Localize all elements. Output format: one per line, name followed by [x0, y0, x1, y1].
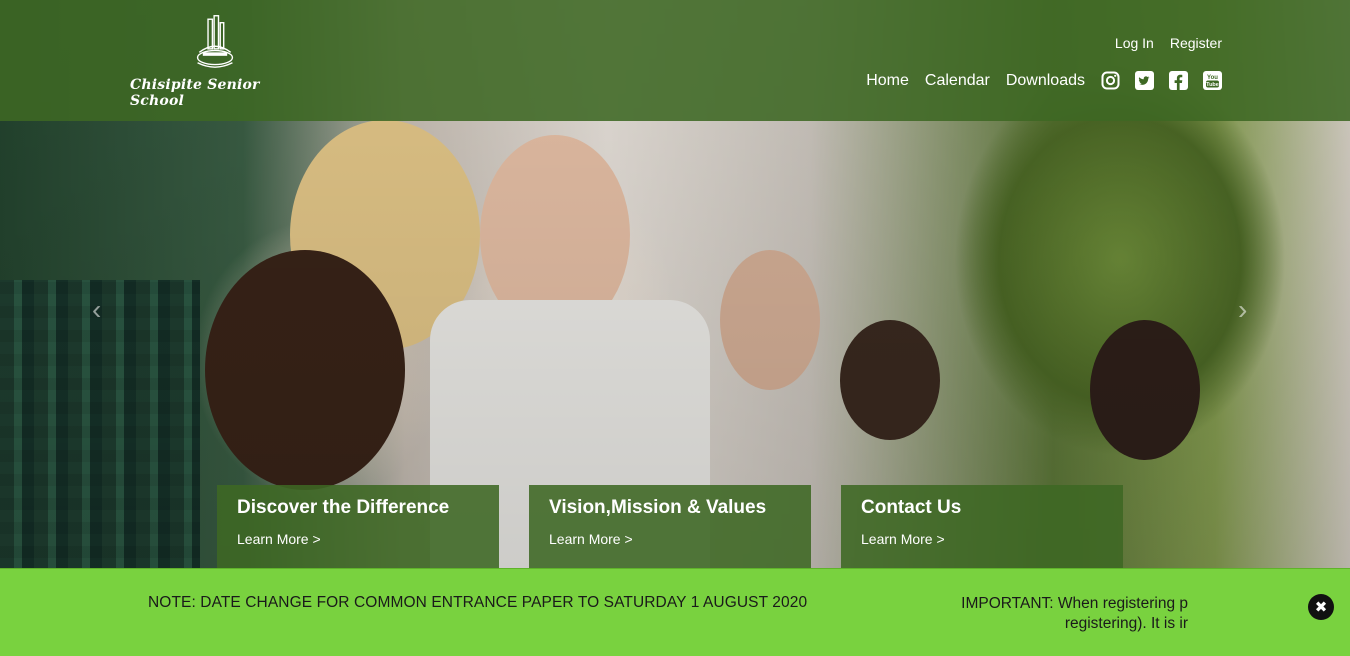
- learn-more-link[interactable]: Learn More >: [861, 531, 1103, 547]
- instagram-icon[interactable]: [1101, 71, 1120, 90]
- svg-text:You: You: [1207, 75, 1218, 81]
- register-link[interactable]: Register: [1170, 35, 1222, 51]
- card-title: Contact Us: [861, 497, 962, 518]
- social-links: You Tube: [1101, 71, 1222, 90]
- school-name: Chisipite Senior School: [130, 77, 260, 109]
- learn-more-link[interactable]: Learn More >: [549, 531, 791, 547]
- learn-more-link[interactable]: Learn More >: [237, 531, 479, 547]
- nav-downloads[interactable]: Downloads: [1006, 72, 1085, 90]
- notice-ticker: IMPORTANT: When registering p registerin…: [900, 594, 1188, 644]
- nav-calendar[interactable]: Calendar: [925, 72, 990, 90]
- main-nav: Home Calendar Downloads You Tube: [866, 71, 1222, 90]
- site-header: Chisipite Senior School Log In Register …: [0, 0, 1350, 121]
- school-logo[interactable]: Chisipite Senior School: [130, 14, 300, 109]
- card-discover[interactable]: Discover the Difference Learn More >: [217, 485, 499, 568]
- card-contact[interactable]: Contact Us Learn More >: [841, 485, 1123, 568]
- account-links: Log In Register: [1115, 35, 1222, 51]
- notice-bar: NOTE: DATE CHANGE FOR COMMON ENTRANCE PA…: [0, 568, 1350, 656]
- card-title: Vision,Mission & Values: [549, 497, 767, 518]
- carousel-next-arrow[interactable]: ›: [1238, 296, 1247, 324]
- twitter-icon[interactable]: [1135, 71, 1154, 90]
- close-icon[interactable]: ✖: [1308, 594, 1334, 620]
- ticker-line: IMPORTANT: When registering p: [961, 595, 1188, 612]
- youtube-icon[interactable]: You Tube: [1203, 71, 1222, 90]
- ticker-line: registering). It is ir: [1064, 615, 1188, 632]
- login-link[interactable]: Log In: [1115, 35, 1154, 51]
- card-vision[interactable]: Vision,Mission & Values Learn More >: [529, 485, 811, 568]
- carousel-prev-arrow[interactable]: ‹: [92, 296, 101, 324]
- svg-text:Tube: Tube: [1206, 82, 1219, 88]
- card-title: Discover the Difference: [237, 497, 450, 518]
- crest-icon: [196, 15, 234, 68]
- nav-home[interactable]: Home: [866, 72, 909, 90]
- facebook-icon[interactable]: [1169, 71, 1188, 90]
- notice-text: NOTE: DATE CHANGE FOR COMMON ENTRANCE PA…: [148, 594, 808, 611]
